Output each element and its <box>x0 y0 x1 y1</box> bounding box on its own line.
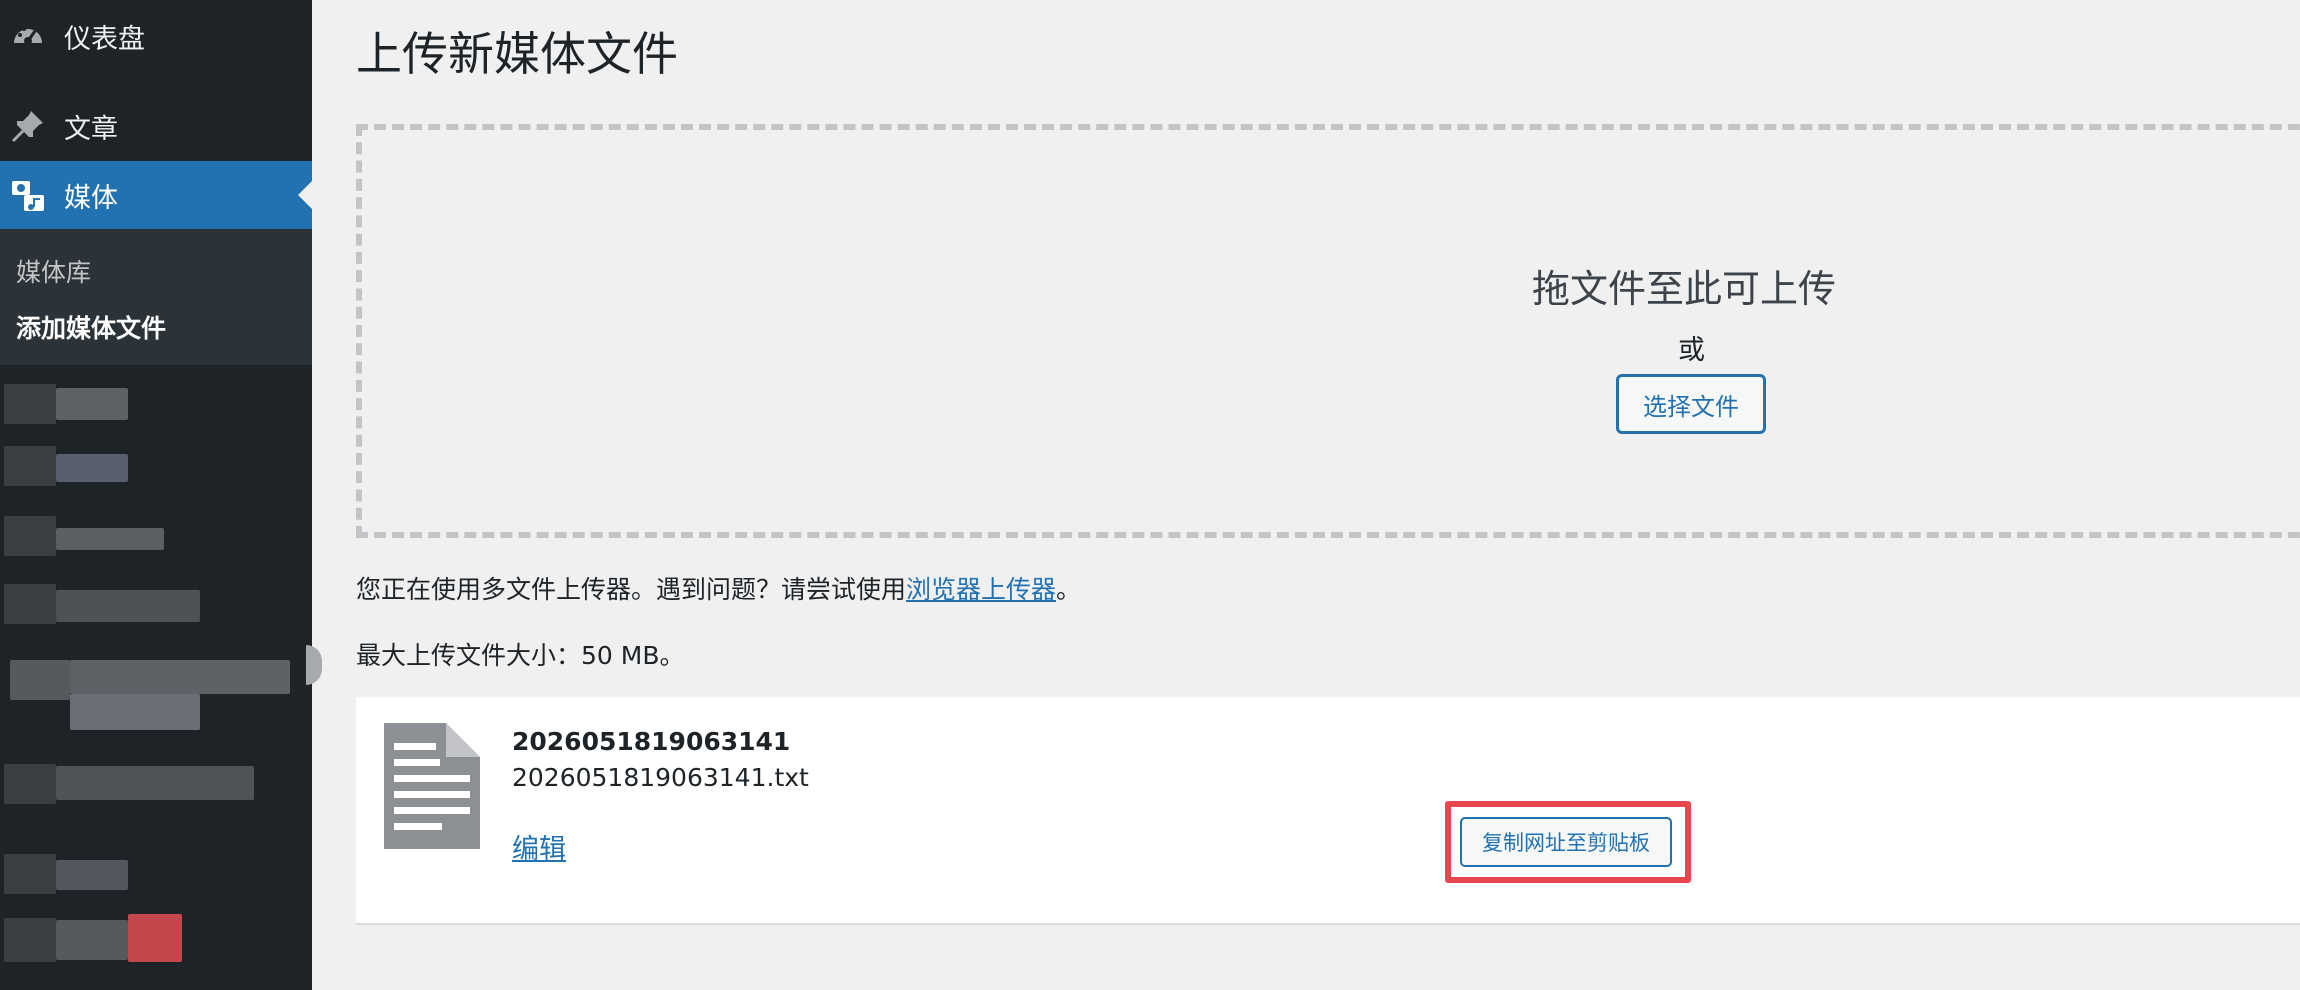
drop-instructions: 拖文件至此可上传 <box>1532 267 1837 311</box>
menu-label-media: 媒体 <box>64 182 118 214</box>
max-upload-size: 最大上传文件大小：50 MB。 <box>356 641 685 670</box>
menu-item-dashboard[interactable]: 仪表盘 <box>0 10 312 62</box>
select-files-button[interactable]: 选择文件 <box>1616 374 1766 434</box>
submenu-add-media[interactable]: 添加媒体文件 <box>16 309 166 345</box>
sidebar-collapse-handle[interactable] <box>306 645 322 685</box>
menu-item-posts[interactable]: 文章 <box>0 100 312 152</box>
menu-item-media[interactable]: 媒体 <box>0 161 312 229</box>
edit-media-link[interactable]: 编辑 <box>512 827 566 866</box>
media-icon <box>10 177 46 213</box>
page-title: 上传新媒体文件 <box>356 27 678 81</box>
menu-label-dashboard: 仪表盘 <box>64 23 145 55</box>
pin-icon <box>10 108 46 144</box>
uploaded-media-item: 2026051819063141 2026051819063141.txt 编辑… <box>356 697 2300 925</box>
document-icon <box>384 723 480 849</box>
copy-url-button[interactable]: 复制网址至剪贴板 <box>1460 817 1672 867</box>
media-item-filename: 2026051819063141.txt <box>512 763 809 792</box>
uploader-note-text: 您正在使用多文件上传器。遇到问题？请尝试使用 <box>356 575 907 604</box>
menu-label-posts: 文章 <box>64 113 118 145</box>
drop-or-text: 或 <box>1678 335 1705 366</box>
uploader-note-suffix: 。 <box>1056 575 1082 604</box>
uploader-note: 您正在使用多文件上传器。遇到问题？请尝试使用浏览器上传器。 <box>356 570 1081 606</box>
media-submenu: 媒体库 添加媒体文件 <box>0 229 312 365</box>
admin-sidebar: 仪表盘 文章 媒体 媒体库 添加媒体文件 <box>0 0 312 990</box>
media-item-title: 2026051819063141 <box>512 727 791 756</box>
browser-uploader-link[interactable]: 浏览器上传器 <box>906 575 1056 604</box>
dashboard-icon <box>10 18 46 54</box>
current-menu-arrow <box>298 181 312 209</box>
submenu-media-library[interactable]: 媒体库 <box>16 253 91 289</box>
upload-dropzone[interactable] <box>356 124 2300 538</box>
